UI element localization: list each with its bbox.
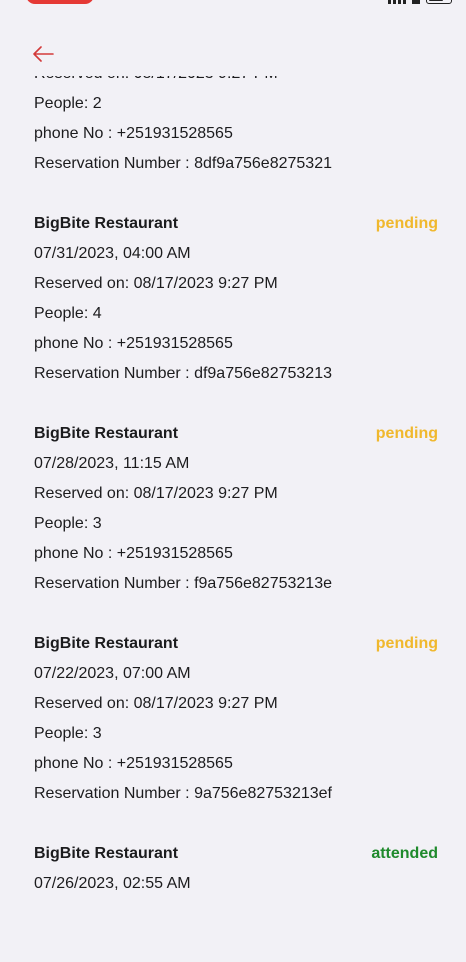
phone-number: phone No : +251931528565	[34, 335, 233, 352]
reservation-datetime: 07/26/2023, 02:55 AM	[34, 875, 191, 892]
arrow-left-icon	[33, 46, 54, 62]
status-badge: pending	[375, 425, 438, 442]
status-badge: attended	[371, 845, 438, 862]
reservation-card-partial: Reserved on: 08/17/2023 9:27 PM People: …	[0, 65, 466, 179]
reserved-on: Reserved on: 08/17/2023 9:27 PM	[34, 275, 278, 292]
phone-number: phone No : +251931528565	[34, 125, 233, 142]
people-count: People: 4	[34, 305, 102, 322]
phone-number: phone No : +251931528565	[34, 545, 233, 562]
reservation-card[interactable]: BigBite Restaurant pending 07/31/2023, 0…	[0, 209, 466, 389]
reservation-datetime: 07/28/2023, 11:15 AM	[34, 455, 190, 472]
people-count: People: 2	[34, 95, 102, 112]
wifi-icon	[412, 0, 420, 4]
reservation-card[interactable]: BigBite Restaurant pending 07/22/2023, 0…	[0, 629, 466, 809]
reservation-number: Reservation Number : df9a756e82753213	[34, 365, 332, 382]
people-count: People: 3	[34, 515, 102, 532]
reservation-list: Reserved on: 08/17/2023 9:27 PM People: …	[0, 76, 466, 929]
reservation-card[interactable]: BigBite Restaurant attended 07/26/2023, …	[0, 839, 466, 899]
reserved-on: Reserved on: 08/17/2023 9:27 PM	[34, 485, 278, 502]
status-bar-icons	[388, 0, 452, 4]
reservation-number: Reservation Number : 9a756e82753213ef	[34, 785, 332, 802]
status-badge: pending	[375, 215, 438, 232]
phone-number: phone No : +251931528565	[34, 755, 233, 772]
status-badge: pending	[375, 635, 438, 652]
battery-icon	[426, 0, 452, 4]
reserved-on: Reserved on: 08/17/2023 9:27 PM	[34, 695, 278, 712]
back-button[interactable]	[28, 40, 58, 68]
recording-indicator	[26, 0, 94, 4]
reservation-number: Reservation Number : 8df9a756e8275321	[34, 155, 332, 172]
signal-icon	[388, 0, 406, 4]
reserved-on: Reserved on: 08/17/2023 9:27 PM	[34, 65, 278, 82]
reservation-datetime: 07/31/2023, 04:00 AM	[34, 245, 191, 262]
reservation-number: Reservation Number : f9a756e82753213e	[34, 575, 332, 592]
people-count: People: 3	[34, 725, 102, 742]
reservation-card[interactable]: BigBite Restaurant pending 07/28/2023, 1…	[0, 419, 466, 599]
reservation-datetime: 07/22/2023, 07:00 AM	[34, 665, 191, 682]
